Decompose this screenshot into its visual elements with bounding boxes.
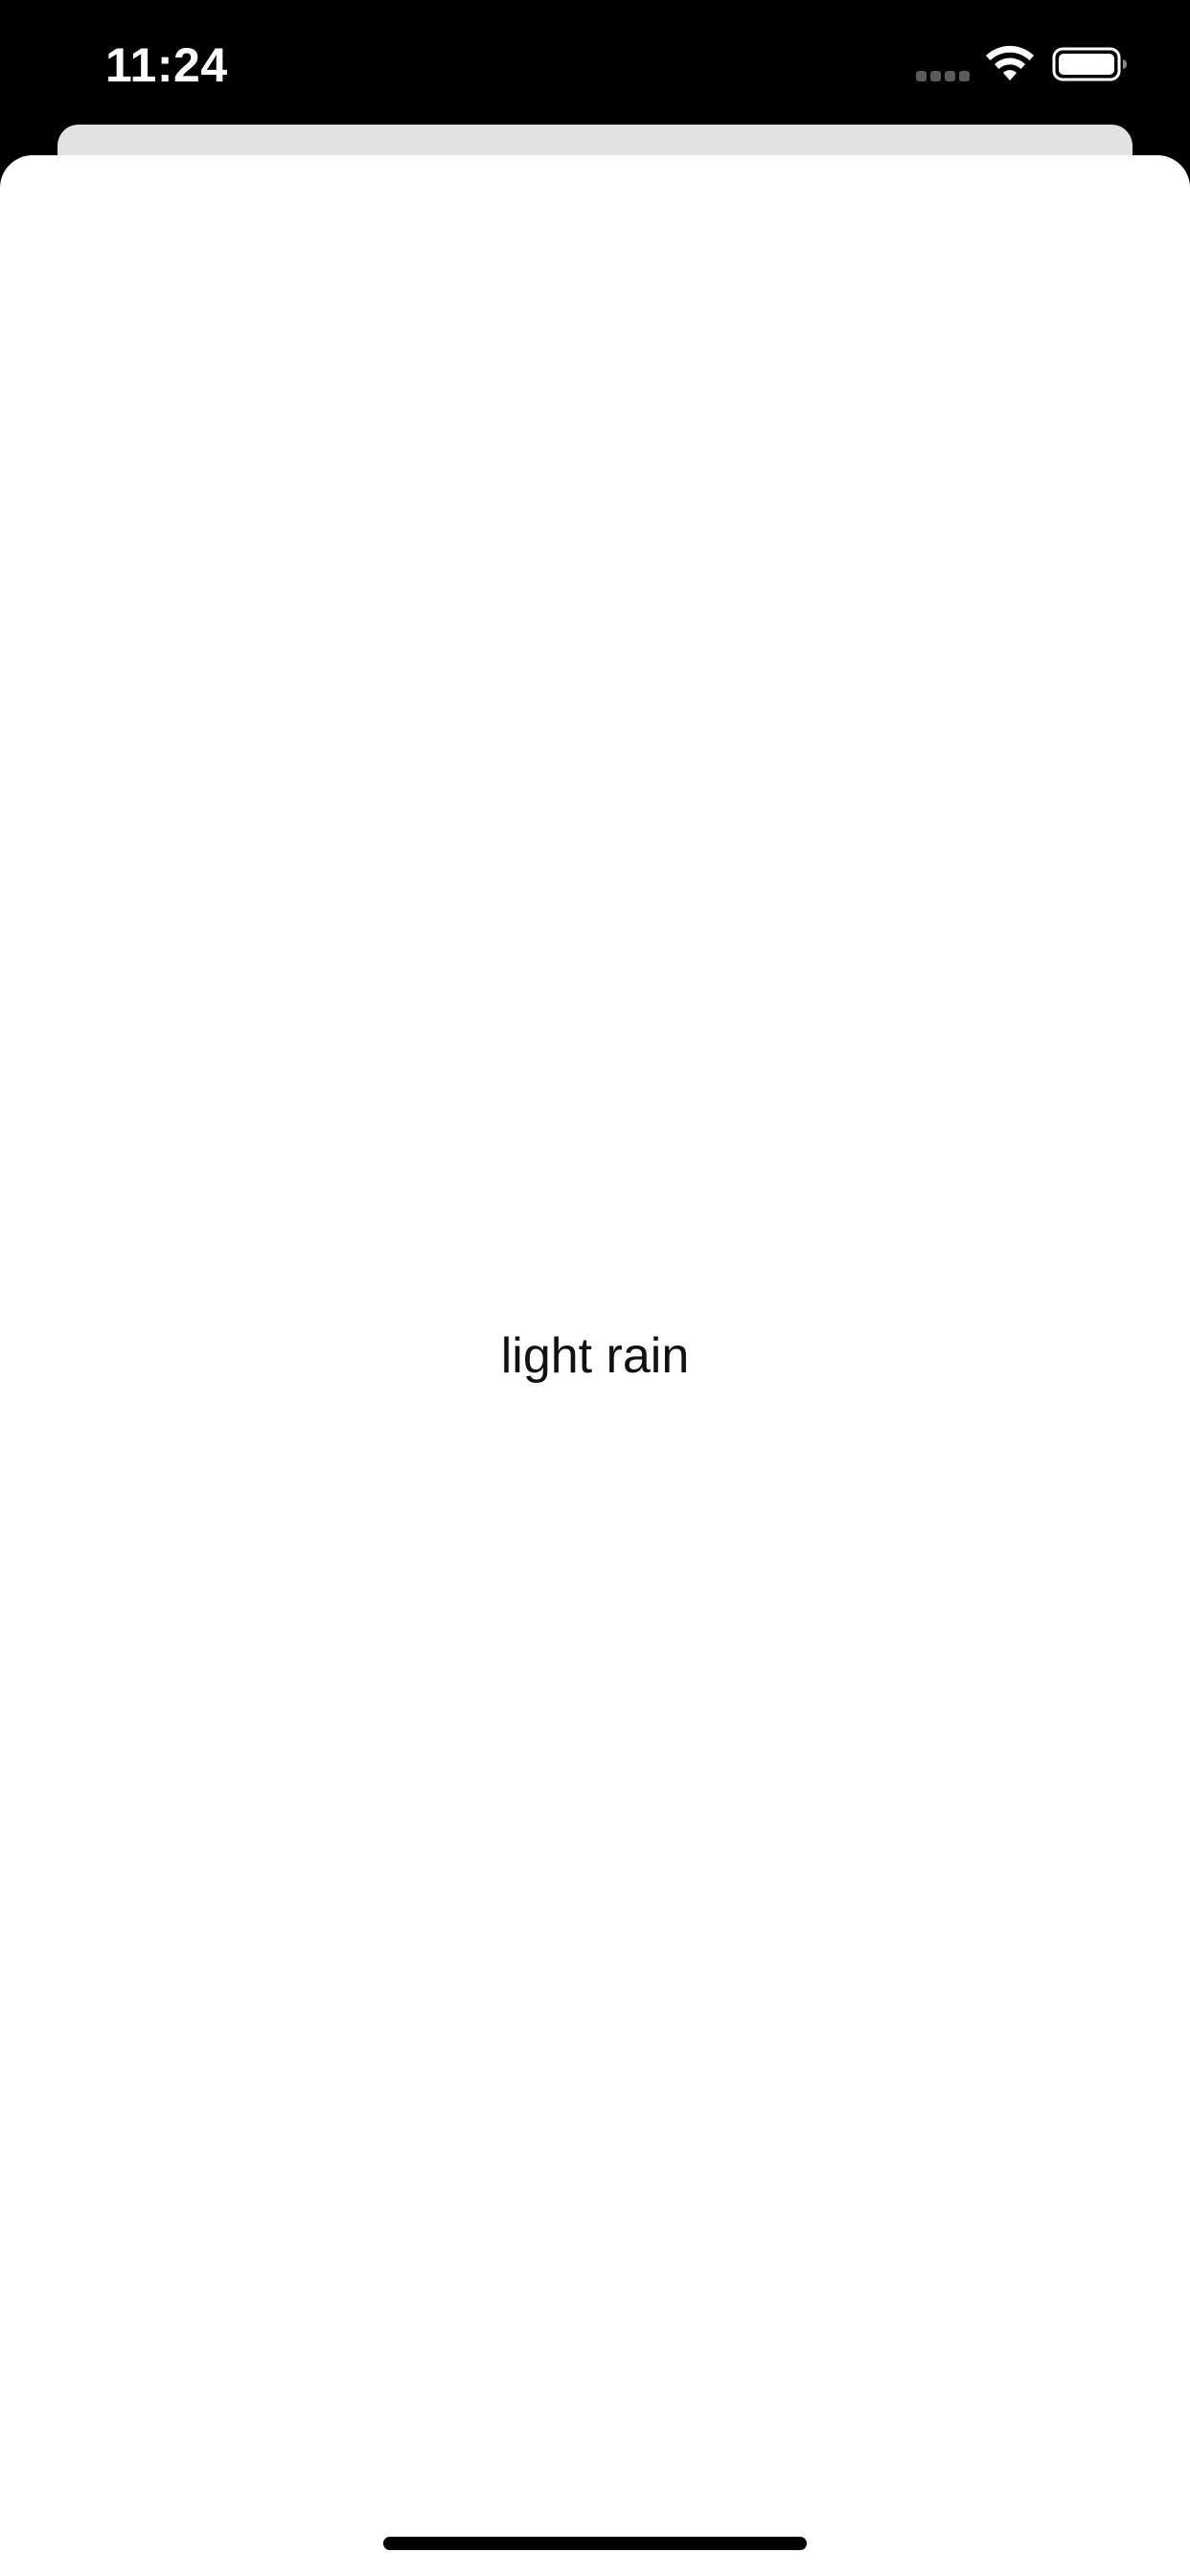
signal-dot <box>916 71 927 81</box>
status-time: 11:24 <box>105 38 228 92</box>
wifi-icon <box>986 45 1034 80</box>
battery-icon <box>1052 47 1127 81</box>
home-indicator[interactable] <box>383 2537 807 2550</box>
weather-description: light rain <box>500 1328 690 1384</box>
signal-dot <box>930 71 941 81</box>
signal-dot <box>959 71 970 81</box>
cellular-signal-icon <box>916 71 972 82</box>
app-screen: 11:24 light rain <box>0 0 1190 2576</box>
status-bar: 11:24 <box>0 0 1190 126</box>
signal-dot <box>945 71 955 81</box>
